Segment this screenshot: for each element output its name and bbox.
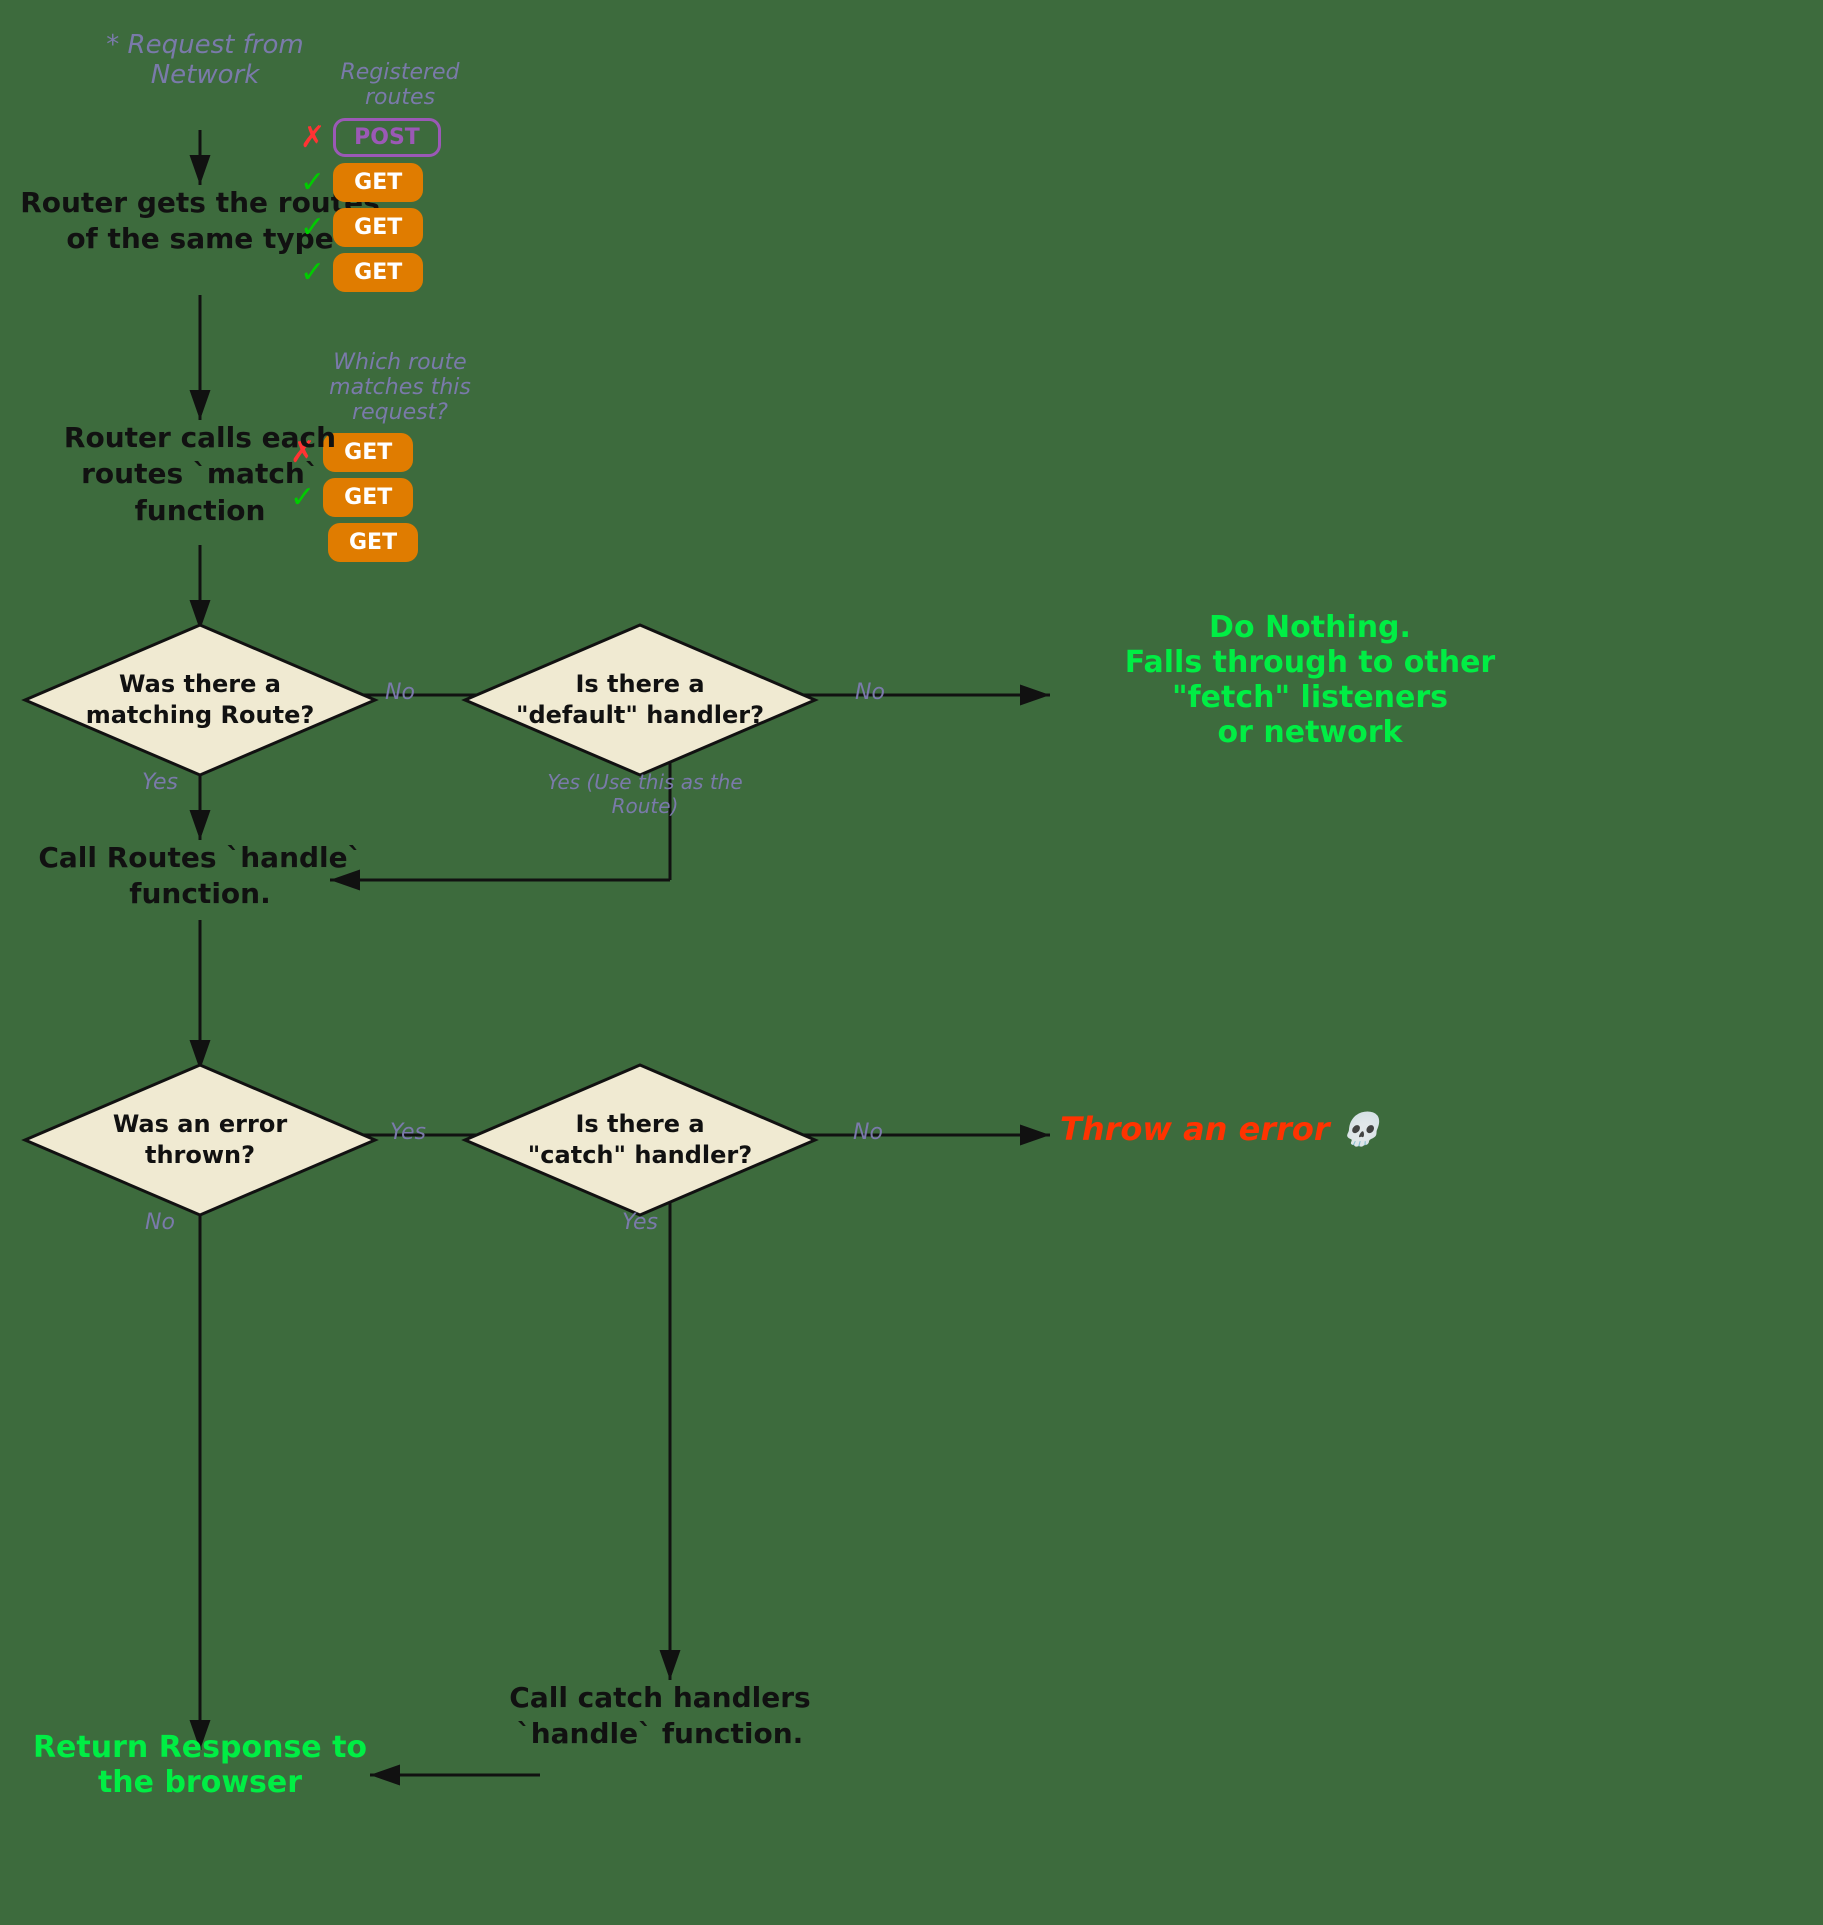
diamond1-label: Was there amatching Route? bbox=[86, 669, 315, 731]
check-mark-get3: ✓ bbox=[300, 255, 325, 290]
label-yes3: Yes bbox=[368, 1120, 448, 1145]
return-response-node: Return Response tothe browser bbox=[30, 1730, 370, 1800]
call-catch-node: Call catch handlers`handle` function. bbox=[470, 1680, 850, 1753]
registered-routes-section: Registeredroutes ✗ POST ✓ GET ✓ GET ✓ GE… bbox=[300, 60, 500, 298]
diamond2-label: Is there a"default" handler? bbox=[516, 669, 764, 731]
label-no3: No bbox=[120, 1210, 200, 1235]
label-yes2: Yes (Use this as the Route) bbox=[530, 770, 760, 818]
badge-get2: GET bbox=[333, 208, 423, 247]
arrows-layer: Is there default handler? --> Do Nothing… bbox=[0, 0, 1823, 1925]
throw-error-node: Throw an error 💀 bbox=[1060, 1110, 1610, 1148]
diagram-container: Is there default handler? --> Do Nothing… bbox=[0, 0, 1823, 1925]
label-yes1: Yes bbox=[120, 770, 200, 795]
diamond2: Is there a"default" handler? bbox=[460, 620, 820, 780]
diamond3-label: Was an errorthrown? bbox=[113, 1109, 287, 1171]
diamond4: Is there a"catch" handler? bbox=[460, 1060, 820, 1220]
label-no2: No bbox=[830, 680, 910, 705]
badge-post: POST bbox=[333, 118, 441, 157]
call-handle-node: Call Routes `handle`function. bbox=[20, 840, 380, 913]
label-no4: No bbox=[828, 1120, 908, 1145]
check-mark-get2: ✓ bbox=[300, 210, 325, 245]
label-yes4: Yes bbox=[580, 1210, 700, 1235]
diamond1: Was there amatching Route? bbox=[20, 620, 380, 780]
router-calls-node: Router calls eachroutes `match`function bbox=[20, 420, 380, 529]
diamond3: Was an errorthrown? bbox=[20, 1060, 380, 1220]
diamond4-label: Is there a"catch" handler? bbox=[528, 1109, 752, 1171]
badge-get1: GET bbox=[333, 163, 423, 202]
check-mark-get1: ✓ bbox=[300, 165, 325, 200]
do-nothing-node: Do Nothing.Falls through to other"fetch"… bbox=[1060, 610, 1560, 750]
x-mark-post: ✗ bbox=[300, 120, 325, 155]
badge-get3: GET bbox=[333, 253, 423, 292]
label-no1: No bbox=[360, 680, 440, 705]
registered-routes-label: Registeredroutes bbox=[300, 60, 500, 110]
which-route-label: Which routematches this request? bbox=[290, 350, 510, 425]
